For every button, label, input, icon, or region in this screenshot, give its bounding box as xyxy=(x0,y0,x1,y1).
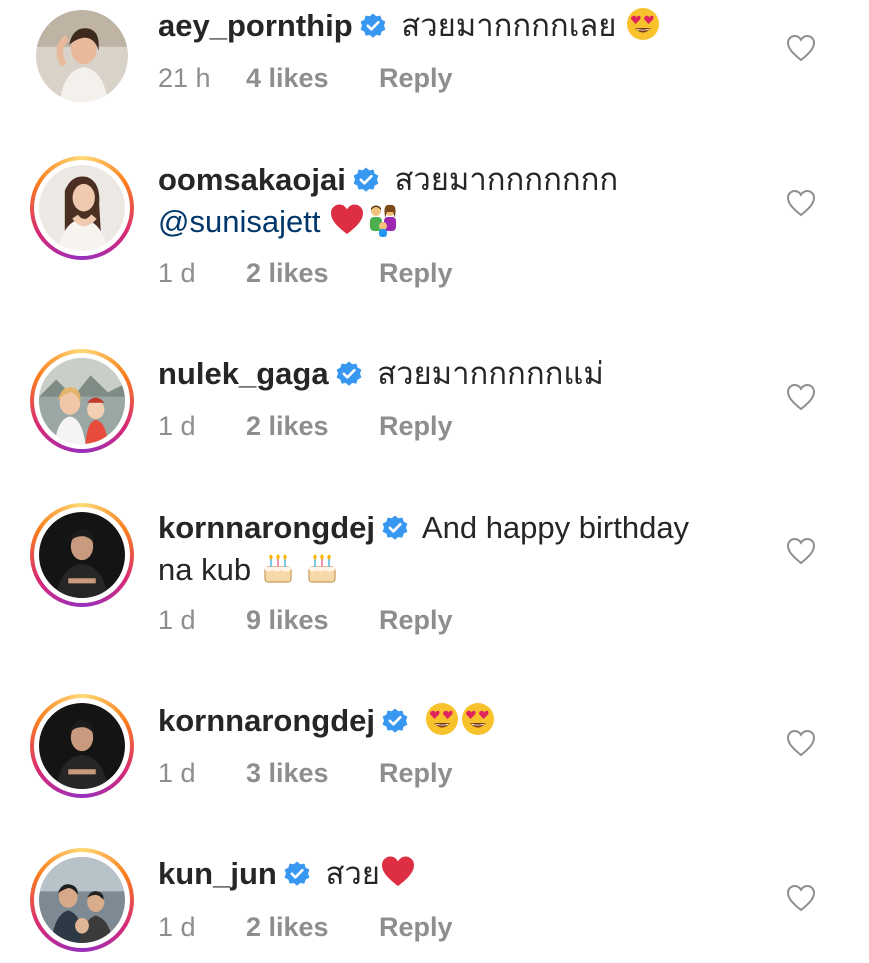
comment-text: สวยมากกกกกกก xyxy=(394,162,619,197)
reply-button[interactable]: Reply xyxy=(379,61,453,95)
reply-button[interactable]: Reply xyxy=(379,409,453,443)
heart-outline-icon[interactable] xyxy=(786,728,816,758)
username[interactable]: oomsakaojai xyxy=(158,162,346,197)
comment-body: aey_pornthip สวยมากกกกเลย xyxy=(158,5,738,47)
family-emoji xyxy=(365,202,401,238)
reply-button[interactable]: Reply xyxy=(379,603,453,637)
heart-outline-icon[interactable] xyxy=(786,883,816,913)
username[interactable]: kun_jun xyxy=(158,856,277,891)
verified-badge-icon xyxy=(358,12,387,40)
username[interactable]: kornnarongdej xyxy=(158,510,375,545)
comment-time: 21 h xyxy=(158,63,211,93)
red-heart-emoji xyxy=(329,202,365,238)
comment-text: And happy birthday xyxy=(421,510,690,545)
comment-meta: 1 d 2 likes Reply xyxy=(158,409,453,443)
username[interactable]: kornnarongdej xyxy=(158,703,375,738)
birthday-cake-emoji xyxy=(260,550,296,586)
comment-meta: 1 d 3 likes Reply xyxy=(158,756,453,790)
avatar[interactable] xyxy=(30,349,134,453)
likes-count[interactable]: 2 likes xyxy=(246,409,379,443)
comment-time: 1 d xyxy=(158,912,196,942)
username[interactable]: aey_pornthip xyxy=(158,8,353,43)
likes-count[interactable]: 9 likes xyxy=(246,603,379,637)
comment-body: kornnarongdej xyxy=(158,700,738,742)
avatar[interactable] xyxy=(30,848,134,952)
avatar-photo xyxy=(39,165,125,251)
username[interactable]: nulek_gaga xyxy=(158,356,329,391)
comment-body: kun_jun สวย xyxy=(158,853,738,895)
heart-outline-icon[interactable] xyxy=(786,536,816,566)
reply-button[interactable]: Reply xyxy=(379,910,453,944)
avatar-photo xyxy=(39,512,125,598)
heart-eyes-emoji xyxy=(460,701,496,737)
avatar[interactable] xyxy=(30,4,134,108)
comment-meta: 1 d 9 likes Reply xyxy=(158,603,453,637)
comment-meta: 1 d 2 likes Reply xyxy=(158,910,453,944)
heart-outline-icon[interactable] xyxy=(786,33,816,63)
reply-button[interactable]: Reply xyxy=(379,256,453,290)
likes-count[interactable]: 2 likes xyxy=(246,256,379,290)
heart-outline-icon[interactable] xyxy=(786,382,816,412)
heart-eyes-emoji xyxy=(424,701,460,737)
verified-badge-icon xyxy=(334,360,363,388)
likes-count[interactable]: 4 likes xyxy=(246,61,379,95)
comment-time: 1 d xyxy=(158,605,196,635)
comment-time: 1 d xyxy=(158,258,196,288)
reply-button[interactable]: Reply xyxy=(379,756,453,790)
comment-time: 1 d xyxy=(158,411,196,441)
likes-count[interactable]: 2 likes xyxy=(246,910,379,944)
comment-body: kornnarongdej And happy birthday na kub xyxy=(158,507,738,591)
comment-time: 1 d xyxy=(158,758,196,788)
birthday-cake-emoji xyxy=(304,550,340,586)
avatar[interactable] xyxy=(30,503,134,607)
avatar-photo xyxy=(39,358,125,444)
likes-count[interactable]: 3 likes xyxy=(246,756,379,790)
avatar[interactable] xyxy=(30,156,134,260)
verified-badge-icon xyxy=(352,166,380,194)
comment-text: สวยมากกกกเลย xyxy=(401,8,617,43)
comment-meta: 1 d 2 likes Reply xyxy=(158,256,453,290)
comment-meta: 21 h 4 likes Reply xyxy=(158,61,453,95)
comment-text: สวยมากกกกกแม่ xyxy=(377,356,604,391)
avatar-photo xyxy=(36,10,128,102)
avatar[interactable] xyxy=(30,694,134,798)
comment-text: สวย xyxy=(325,856,380,891)
red-heart-emoji xyxy=(380,854,416,890)
avatar-photo xyxy=(39,703,125,789)
heart-outline-icon[interactable] xyxy=(786,188,816,218)
comment-text-continued: na kub xyxy=(158,552,252,587)
comment-body: oomsakaojai สวยมากกกกกกก @sunisajett xyxy=(158,159,738,243)
verified-badge-icon xyxy=(381,707,409,735)
heart-eyes-emoji xyxy=(625,6,661,42)
verified-badge-icon xyxy=(283,860,311,888)
avatar-photo xyxy=(39,857,125,943)
comment-body: nulek_gaga สวยมากกกกกแม่ xyxy=(158,353,738,395)
verified-badge-icon xyxy=(381,514,409,542)
mention-link[interactable]: @sunisajett xyxy=(158,204,320,239)
